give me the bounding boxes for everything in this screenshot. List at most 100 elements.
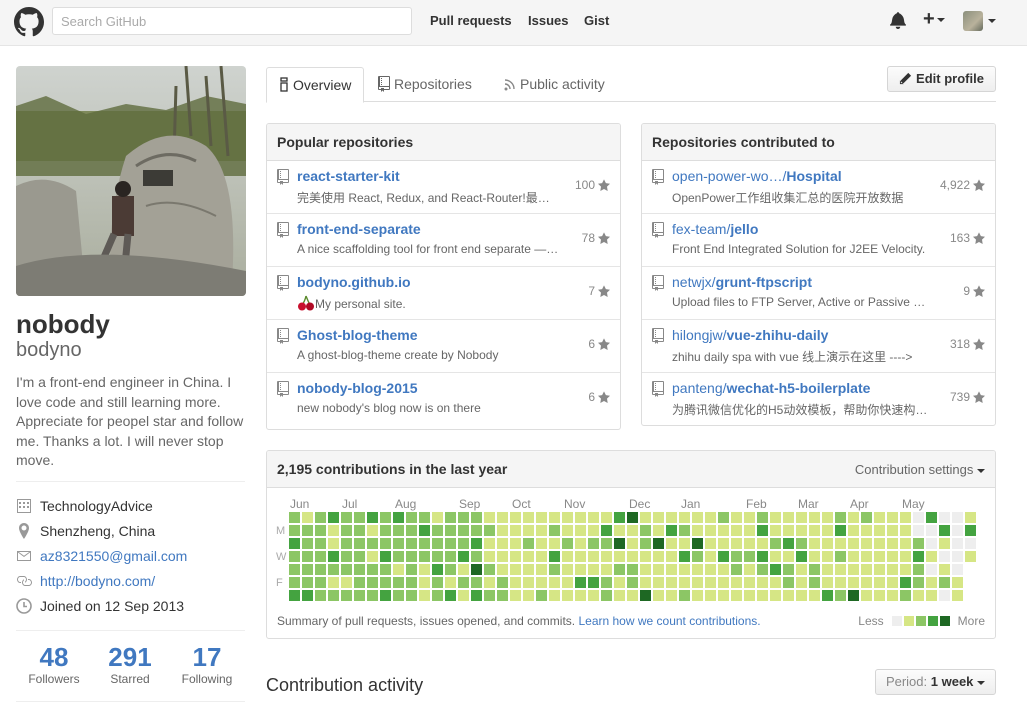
calendar-day[interactable] [809,525,820,536]
calendar-day[interactable] [744,564,755,575]
calendar-day[interactable] [913,525,924,536]
calendar-day[interactable] [588,525,599,536]
calendar-day[interactable] [354,577,365,588]
calendar-day[interactable] [484,538,495,549]
nav-gist[interactable]: Gist [584,13,609,28]
contribution-settings-dropdown[interactable]: Contribution settings [855,451,985,488]
calendar-day[interactable] [783,577,794,588]
calendar-day[interactable] [913,538,924,549]
list-item[interactable]: nobody-blog-2015 new nobody's blog now i… [267,373,620,426]
calendar-day[interactable] [874,577,885,588]
repo-name-link[interactable]: Ghost-blog-theme [297,327,418,343]
calendar-day[interactable] [562,590,573,601]
calendar-day[interactable] [432,525,443,536]
calendar-day[interactable] [757,512,768,523]
calendar-day[interactable] [588,538,599,549]
calendar-day[interactable] [341,538,352,549]
calendar-day[interactable] [549,525,560,536]
calendar-day[interactable] [562,512,573,523]
calendar-day[interactable] [965,538,976,549]
avatar-dropdown-caret-icon[interactable] [988,19,996,23]
calendar-day[interactable] [653,512,664,523]
calendar-day[interactable] [497,577,508,588]
calendar-day[interactable] [627,564,638,575]
nav-issues[interactable]: Issues [528,13,568,28]
calendar-day[interactable] [549,564,560,575]
calendar-day[interactable] [718,551,729,562]
calendar-day[interactable] [445,525,456,536]
calendar-day[interactable] [822,577,833,588]
calendar-day[interactable] [952,551,963,562]
calendar-day[interactable] [315,577,326,588]
calendar-day[interactable] [861,590,872,601]
calendar-day[interactable] [861,538,872,549]
calendar-day[interactable] [783,525,794,536]
calendar-day[interactable] [536,564,547,575]
calendar-day[interactable] [887,564,898,575]
calendar-day[interactable] [861,551,872,562]
calendar-day[interactable] [523,551,534,562]
calendar-day[interactable] [835,551,846,562]
calendar-day[interactable] [523,577,534,588]
list-item[interactable]: open-power-wo…/Hospital OpenPower工作组收集汇总… [642,161,995,214]
calendar-day[interactable] [432,538,443,549]
calendar-day[interactable] [315,590,326,601]
calendar-day[interactable] [328,525,339,536]
calendar-day[interactable] [627,538,638,549]
calendar-day[interactable] [315,525,326,536]
calendar-day[interactable] [302,577,313,588]
repo-name-link[interactable]: panteng/wechat-h5-boilerplate [672,380,870,396]
calendar-day[interactable] [523,564,534,575]
calendar-day[interactable] [328,590,339,601]
calendar-day[interactable] [809,551,820,562]
calendar-day[interactable] [419,525,430,536]
calendar-day[interactable] [432,512,443,523]
calendar-day[interactable] [393,564,404,575]
calendar-day[interactable] [588,551,599,562]
search-input[interactable] [52,7,412,35]
calendar-day[interactable] [536,590,547,601]
repo-name-link[interactable]: nobody-blog-2015 [297,380,418,396]
calendar-day[interactable] [809,512,820,523]
calendar-day[interactable] [653,538,664,549]
calendar-day[interactable] [848,551,859,562]
calendar-day[interactable] [965,525,976,536]
calendar-day[interactable] [718,512,729,523]
nav-pull-requests[interactable]: Pull requests [430,13,512,28]
calendar-day[interactable] [471,538,482,549]
calendar-day[interactable] [666,577,677,588]
calendar-day[interactable] [289,525,300,536]
calendar-day[interactable] [471,512,482,523]
calendar-day[interactable] [601,551,612,562]
calendar-day[interactable] [328,512,339,523]
calendar-day[interactable] [406,577,417,588]
calendar-day[interactable] [614,590,625,601]
calendar-day[interactable] [601,525,612,536]
calendar-day[interactable] [952,590,963,601]
calendar-day[interactable] [406,590,417,601]
calendar-day[interactable] [887,551,898,562]
calendar-day[interactable] [380,551,391,562]
calendar-day[interactable] [497,525,508,536]
calendar-day[interactable] [523,512,534,523]
calendar-day[interactable] [393,577,404,588]
calendar-day[interactable] [692,525,703,536]
calendar-day[interactable] [536,577,547,588]
calendar-day[interactable] [380,590,391,601]
calendar-day[interactable] [484,577,495,588]
calendar-day[interactable] [471,564,482,575]
calendar-day[interactable] [575,525,586,536]
calendar-day[interactable] [900,577,911,588]
calendar-day[interactable] [471,590,482,601]
calendar-day[interactable] [731,538,742,549]
calendar-day[interactable] [926,538,937,549]
period-dropdown[interactable]: Period: 1 week [875,669,996,695]
list-item[interactable]: Ghost-blog-theme A ghost-blog-theme crea… [267,320,620,373]
calendar-day[interactable] [679,577,690,588]
calendar-day[interactable] [575,538,586,549]
calendar-day[interactable] [302,564,313,575]
calendar-day[interactable] [614,525,625,536]
calendar-day[interactable] [913,590,924,601]
calendar-day[interactable] [354,525,365,536]
calendar-day[interactable] [458,577,469,588]
